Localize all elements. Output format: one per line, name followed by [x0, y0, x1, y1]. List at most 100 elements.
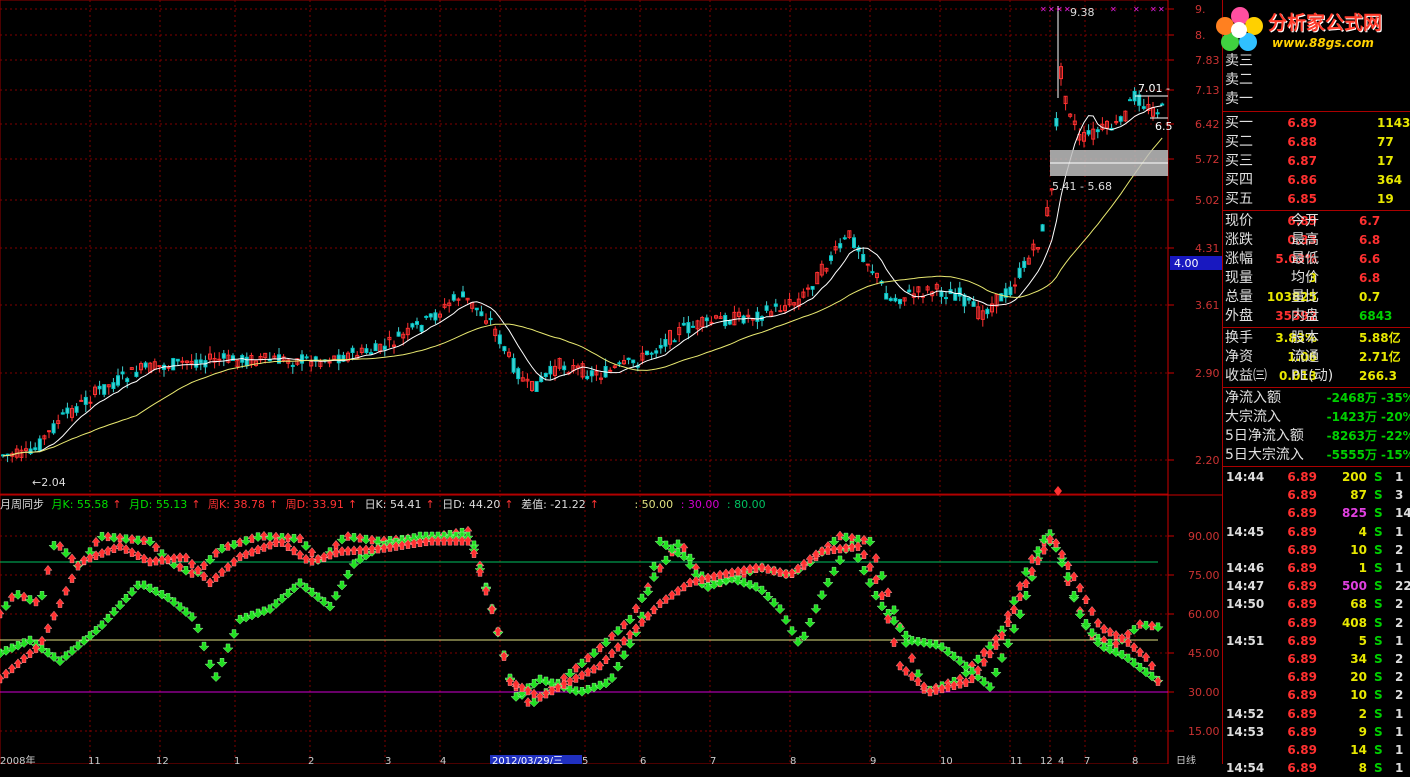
- month-k-arrow-icon: [102, 613, 114, 624]
- day-k-arrow-icon: [757, 562, 767, 572]
- week-k-arrow-icon: [55, 541, 65, 551]
- osc-tick-label: 90.00: [1188, 530, 1220, 543]
- week-k-arrow-icon: [972, 654, 984, 665]
- week-k-arrow-icon: [1020, 567, 1032, 577]
- day-k-arrow-icon: [19, 653, 29, 663]
- top-time-label: 9.38: [1070, 6, 1095, 19]
- month-k-arrow-icon: [1014, 609, 1026, 620]
- candle-body: [626, 357, 631, 361]
- candle-body: [1095, 129, 1100, 133]
- candle-body: [649, 352, 654, 355]
- stat-label2: 内盘: [1291, 308, 1319, 324]
- tick-count: 22: [1395, 579, 1410, 594]
- tick-count: 1: [1395, 743, 1404, 757]
- flow-percent: -15%: [1381, 448, 1410, 462]
- candle-body: [244, 356, 249, 367]
- oscillator-pane-frame: [0, 494, 1169, 764]
- candle-body: [957, 287, 962, 297]
- day-k-arrow-icon: [307, 555, 317, 566]
- buy-price: 6.85: [1287, 192, 1317, 206]
- flow-value: -8263万: [1326, 429, 1377, 443]
- candle-body: [1155, 112, 1160, 115]
- candle-body: [1137, 94, 1142, 106]
- day-k-arrow-icon: [889, 637, 899, 647]
- tick-side: S: [1374, 706, 1383, 721]
- week-k-arrow-icon: [660, 555, 672, 566]
- site-logo[interactable]: 分析家公式网 www.88gs.com: [1210, 2, 1410, 54]
- candle-body: [810, 285, 815, 290]
- indicator-name: 月周同步: [0, 498, 44, 511]
- candle-body: [451, 294, 456, 301]
- stat-value2: 6.8: [1359, 233, 1381, 247]
- candle-body: [74, 406, 79, 413]
- buy-volume: 19: [1377, 192, 1394, 206]
- tick-volume: 408: [1341, 615, 1367, 630]
- day-k-arrow-icon: [157, 554, 167, 565]
- candle-body: [373, 343, 378, 352]
- month-k-arrow-icon: [936, 642, 948, 653]
- up-arrow-icon: ↑: [191, 498, 201, 511]
- day-k-arrow-icon: [727, 567, 737, 577]
- month-k: 月K: 55.58: [51, 498, 109, 511]
- candle-body: [870, 271, 875, 274]
- candle-body: [33, 447, 38, 451]
- price-tick-label: 7.13: [1195, 84, 1220, 97]
- level-30: : 30.00: [680, 498, 720, 511]
- stat-value2: 6.8: [1359, 271, 1381, 285]
- month-k-arrow-icon: [864, 578, 876, 589]
- day-k-arrow-icon: [625, 629, 635, 639]
- main-chart[interactable]: 9. 8. 7.83 7.13 6.42 5.72 5.02 4.31 3.61 2.90 2.20…: [0, 0, 1222, 764]
- x-axis-label: 3: [385, 756, 391, 764]
- marker-icon: ✕: [1048, 5, 1055, 14]
- week-k-arrow-icon: [175, 561, 185, 572]
- week-k-arrow-icon: [295, 533, 305, 543]
- marker-icon: ✕: [1150, 5, 1157, 14]
- stat-label2: 量比: [1291, 289, 1319, 305]
- day-k-arrow-icon: [1081, 594, 1091, 604]
- tick-price: 6.89: [1287, 597, 1317, 612]
- day-k-arrow-icon: [721, 568, 731, 579]
- tick-volume: 2: [1358, 706, 1367, 721]
- day-k-arrow-icon: [661, 594, 671, 604]
- stat-value2: 6843: [1359, 309, 1393, 323]
- day-k-arrow-icon: [631, 623, 641, 633]
- candle-body: [171, 358, 176, 371]
- tick-volume: 200: [1341, 470, 1367, 484]
- x-axis-label: 6: [640, 756, 646, 764]
- candle-body: [1118, 116, 1123, 122]
- candle-body: [865, 263, 870, 266]
- price-tick-label: 6.42: [1195, 118, 1220, 131]
- week-k-arrow-icon: [636, 593, 648, 604]
- day-k-arrow-icon: [853, 541, 863, 551]
- candle-body: [962, 294, 967, 307]
- candle-body: [88, 401, 93, 404]
- tick-count: 2: [1395, 597, 1404, 612]
- tick-count: 1: [1395, 524, 1404, 539]
- month-k-arrow-icon: [642, 586, 654, 597]
- candle-body: [1086, 130, 1091, 135]
- x-axis-label: 12: [156, 756, 169, 764]
- divider: [1223, 387, 1410, 388]
- osc-tick-label: 75.00: [1188, 569, 1220, 582]
- tick-side: S: [1374, 615, 1383, 630]
- candle-body: [511, 357, 516, 373]
- ma-short-line: [2, 105, 1163, 457]
- month-k-arrow-icon: [804, 618, 816, 628]
- day-k-arrow-icon: [1129, 642, 1139, 652]
- day-k-arrow-icon: [25, 648, 35, 658]
- candle-body: [116, 375, 120, 386]
- tick-price: 6.89: [1287, 615, 1317, 630]
- tick-volume: 4: [1358, 524, 1367, 539]
- month-k-arrow-icon: [1062, 572, 1074, 582]
- flow-label: 大宗流入: [1225, 409, 1281, 425]
- x-axis-label: 2008年: [0, 754, 35, 764]
- candle-body: [1017, 267, 1022, 278]
- sell-label: 卖二: [1225, 72, 1253, 88]
- candle-body: [939, 291, 944, 297]
- candle-body: [829, 255, 833, 261]
- week-k-arrow-icon: [252, 532, 264, 542]
- day-k-arrow-icon: [7, 663, 17, 674]
- x-axis-label: 11: [88, 756, 101, 764]
- flow-value: -2468万: [1326, 391, 1377, 405]
- stat-label: 换手: [1225, 330, 1253, 346]
